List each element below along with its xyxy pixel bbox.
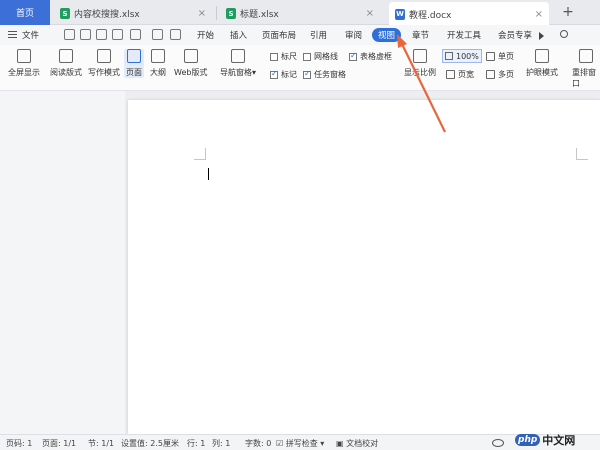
multi-page-button[interactable]: 多页: [486, 69, 514, 80]
scroll-right-icon[interactable]: [539, 32, 544, 40]
outline-icon: [151, 49, 165, 63]
spell-check-button[interactable]: ☑ 拼写检查 ▾: [276, 438, 324, 449]
ribbon-view: 全屏显示 阅读版式 写作模式 页面 大纲 Web版式 导航窗格▾ 标尺 网格线 …: [0, 45, 600, 91]
rearrange-windows-button[interactable]: 重排窗口: [572, 49, 600, 89]
close-icon[interactable]: ×: [198, 8, 206, 19]
globe-icon: [183, 49, 198, 63]
writing-mode-button[interactable]: 写作模式: [88, 49, 120, 78]
checkbox-icon: [270, 52, 278, 61]
margin-mark-top-left: [194, 148, 206, 160]
menu-start[interactable]: 开始: [197, 29, 214, 41]
export-pdf-icon[interactable]: [80, 29, 91, 40]
single-page-icon: [486, 52, 495, 61]
windows-icon: [579, 49, 593, 63]
menu-page-layout[interactable]: 页面布局: [262, 29, 296, 41]
search-icon[interactable]: [560, 30, 568, 38]
status-page-number: 页码: 1: [6, 439, 33, 448]
tab-home-label: 首页: [15, 9, 34, 19]
multi-page-icon: [486, 70, 495, 79]
gridline-checkbox[interactable]: 网格线: [303, 51, 338, 62]
tab-label: 标题.xlsx: [240, 10, 279, 20]
checkbox-checked-icon: [303, 69, 311, 79]
nav-pane-button[interactable]: 导航窗格▾: [220, 49, 256, 78]
watermark-logo: php 中文网: [515, 430, 600, 450]
status-col: 列: 1: [212, 439, 231, 448]
checkbox-icon: ☑: [276, 439, 284, 448]
document-icon: W: [395, 8, 405, 20]
menu-file[interactable]: 文件: [22, 29, 39, 41]
spreadsheet-icon: S: [60, 8, 70, 19]
watermark-text: 中文网: [542, 434, 576, 447]
eye-icon[interactable]: [492, 439, 504, 447]
save-icon[interactable]: [64, 29, 75, 40]
fullscreen-button[interactable]: 全屏显示: [8, 49, 40, 78]
preview-icon[interactable]: [112, 29, 123, 40]
left-gutter: [0, 91, 125, 434]
checkbox-checked-icon: [349, 51, 357, 61]
page-icon: [127, 49, 141, 63]
menu-member[interactable]: 会员专享: [498, 29, 532, 41]
status-row: 行: 1: [187, 439, 206, 448]
tab-home[interactable]: 首页: [0, 0, 50, 25]
menu-icon[interactable]: [8, 31, 17, 38]
tab-label: 内容校搜搜.xlsx: [74, 10, 140, 20]
eye-protection-button[interactable]: 护眼模式: [526, 49, 558, 78]
reading-layout-button[interactable]: 阅读版式: [50, 49, 82, 78]
close-icon[interactable]: ×: [366, 8, 374, 19]
page-layout-button[interactable]: 页面: [124, 49, 144, 78]
undo-icon[interactable]: [130, 29, 141, 40]
web-layout-button[interactable]: Web版式: [174, 49, 207, 78]
checkbox-icon: [303, 52, 311, 61]
tab-xlsx-2[interactable]: S 标题.xlsx ×: [220, 2, 380, 25]
nav-pane-icon: [231, 49, 245, 63]
outline-button[interactable]: 大纲: [150, 49, 166, 78]
new-tab-button[interactable]: +: [560, 3, 576, 21]
more-icon[interactable]: [170, 29, 181, 40]
proof-icon: ▣: [336, 439, 344, 448]
status-section: 节: 1/1: [88, 439, 115, 448]
annotation-arrow: [397, 34, 446, 133]
status-bar: 页码: 1 页面: 1/1 节: 1/1 设置值: 2.5厘米 行: 1 列: …: [0, 434, 600, 450]
menu-insert[interactable]: 插入: [230, 29, 247, 41]
single-page-button[interactable]: 单页: [486, 51, 514, 62]
fullscreen-icon: [17, 49, 31, 63]
text-cursor: [208, 168, 209, 180]
tab-bar: 首页 S 内容校搜搜.xlsx × S 标题.xlsx × W 教程.docx …: [0, 0, 600, 26]
status-setting: 设置值: 2.5厘米: [121, 439, 179, 448]
menu-references[interactable]: 引用: [310, 29, 327, 41]
book-icon: [59, 49, 73, 63]
ruler-checkbox[interactable]: 标尺: [270, 51, 297, 62]
menu-review[interactable]: 审阅: [345, 29, 362, 41]
status-pages[interactable]: 页面: 1/1: [42, 438, 76, 449]
markup-checkbox[interactable]: 标记: [270, 69, 297, 80]
proofread-button[interactable]: ▣ 文档校对: [336, 438, 378, 449]
tab-label: 教程.docx: [409, 10, 452, 21]
pen-icon: [97, 49, 111, 63]
spreadsheet-icon: S: [226, 8, 236, 19]
menu-bar: 文件 开始 插入 页面布局 引用 审阅 视图 章节 开发工具 会员专享: [0, 25, 600, 45]
eye-icon: [535, 49, 549, 63]
margin-mark-top-right: [576, 148, 588, 160]
tab-docx-active[interactable]: W 教程.docx ×: [389, 2, 549, 26]
document-page[interactable]: [128, 100, 600, 434]
tab-xlsx-1[interactable]: S 内容校搜搜.xlsx ×: [54, 2, 217, 25]
checkbox-checked-icon: [270, 69, 278, 79]
watermark-badge: php: [515, 434, 541, 446]
close-icon[interactable]: ×: [535, 9, 543, 20]
redo-icon[interactable]: [152, 29, 163, 40]
print-icon[interactable]: [96, 29, 107, 40]
task-pane-checkbox[interactable]: 任务窗格: [303, 69, 346, 80]
status-words[interactable]: 字数: 0: [245, 438, 271, 449]
